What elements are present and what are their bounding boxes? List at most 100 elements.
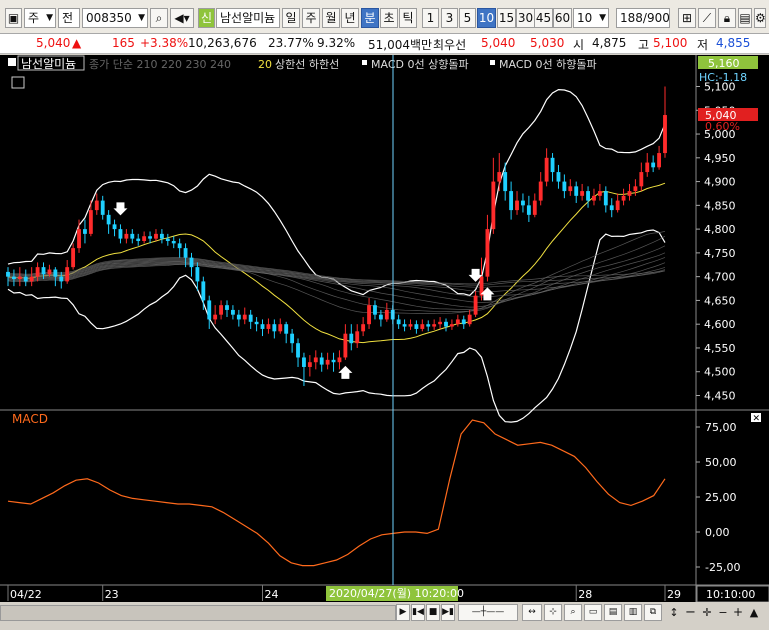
chart-svg[interactable]: 남선알미늄 종가 단순 210 220 230 240 20 상한선 하한선 M… [0,55,769,603]
sound-icon[interactable]: ◀▾ [170,8,194,28]
crosshair-icon[interactable]: ⊹ [544,604,562,621]
candle-body [35,267,40,277]
price-tick-label: 4,550 [704,342,736,355]
time-label: 10:10:00 [706,588,755,601]
print-icon[interactable]: ▤ [604,604,622,621]
high-label: 고 [638,38,650,52]
candle-body [663,115,667,154]
stop-icon[interactable]: ■ [426,604,440,621]
candle-body [461,319,466,325]
zoom-out-icon[interactable]: − [684,604,696,621]
move-icon[interactable]: ✛ [699,604,715,621]
window-icon[interactable]: ▭ [584,604,602,621]
period-button[interactable]: 월 [322,8,340,28]
candle-body [592,195,596,201]
candle-body [384,309,389,320]
period-button[interactable]: 년 [341,8,359,28]
candle-body [515,200,519,211]
current-price: 5,040 [36,36,71,50]
macd-tick-label: -25,00 [705,561,740,574]
interval-button[interactable]: 15 [497,8,516,28]
candle-body [521,200,525,206]
candle-body [526,205,531,215]
interval-button[interactable]: 5 [459,8,476,28]
period-button[interactable]: 일 [282,8,300,28]
candle-body [467,314,472,325]
candle-body [236,314,241,320]
stock-name-field: 남선알미늄 [216,8,280,28]
copy-icon[interactable]: ⧉ [644,604,662,621]
current-pct-label: 0.60% [705,120,740,133]
magnifier-icon[interactable]: ⌕ [564,604,582,621]
period-button[interactable]: 틱 [399,8,417,28]
candle-body [29,276,34,282]
chart-type-icon[interactable]: ▣ [5,8,22,28]
scale-up-icon[interactable]: ▲ [747,604,761,621]
candle-body [53,269,58,277]
candle-body [532,200,537,215]
save-icon[interactable]: ▤ [738,8,752,28]
zoom-slider[interactable]: —┼—— [458,604,518,621]
candle-body [544,157,549,182]
scroll-right-button[interactable]: ▶ [396,604,410,621]
candle-body [17,276,22,280]
candle-body [23,276,28,282]
credit-badge: 신 [198,8,215,28]
macd-tick-label: 25,00 [705,491,737,504]
count-input[interactable]: 188/900 [616,8,670,28]
candle-body [296,343,300,358]
minus-icon[interactable]: − [716,604,730,621]
settings-icon[interactable]: ⚙︎ [754,8,766,28]
interval-button[interactable]: 10 [477,8,496,28]
scroll-icon[interactable]: ↔ [522,604,542,621]
candle-body [207,300,212,320]
best-bid: 5,030 [530,36,565,50]
candle-body [177,243,182,249]
horizontal-scrollbar[interactable] [0,605,396,621]
stock-code-input[interactable]: 008350 ▼ [82,8,148,28]
period-button[interactable]: 초 [380,8,398,28]
lock-icon[interactable]: 🔒︎ [718,8,736,28]
market-select[interactable]: 주 ▼ [24,8,56,28]
candle-body [219,305,224,315]
interval-button[interactable]: 45 [534,8,553,28]
last-page-icon[interactable]: ▶▮ [441,604,455,621]
open-price: 4,875 [592,36,627,50]
candle-body [627,191,632,196]
candle-body [159,233,164,239]
line-tool-icon[interactable]: ⟋ [698,8,716,28]
candle-body [355,331,360,344]
candle-body [189,257,194,268]
period-button[interactable]: 분 [361,8,379,28]
candle-body [367,305,371,325]
chart-area[interactable]: 남선알미늄 종가 단순 210 220 230 240 20 상한선 하한선 M… [0,55,769,630]
search-icon[interactable]: ⌕ [150,8,168,28]
candle-body [645,162,650,173]
price-tick-label: 4,750 [704,247,736,260]
chevron-down-icon: ▼ [138,13,145,23]
candle-body [432,324,437,327]
volume-ratio: 23.77% [268,36,314,50]
type-select[interactable]: 전 [58,8,80,28]
interval-button[interactable]: 60 [553,8,572,28]
candle-body [503,172,508,192]
candle-body [497,172,502,182]
interval-button[interactable]: 30 [516,8,535,28]
layout-icon[interactable]: ▥ [624,604,642,621]
legend-ma: 종가 단순 210 220 230 240 [89,58,231,71]
interval-button[interactable]: 3 [441,8,458,28]
candle-body [538,181,543,201]
candle-body [408,324,413,327]
open-label: 시 [573,38,585,52]
candle-body [171,241,176,244]
period-button[interactable]: 주 [302,8,320,28]
candle-body [242,314,247,320]
expand-icon[interactable]: ↕ [666,604,682,621]
interval-select[interactable]: 10 ▼ [573,8,609,28]
interval-button[interactable]: 1 [422,8,439,28]
high-price-tag-text: 5,160 [708,57,740,70]
grid-icon[interactable]: ⊞ [678,8,696,28]
chart-title: 남선알미늄 [21,57,76,71]
plus-icon[interactable]: + [731,604,745,621]
first-page-icon[interactable]: ▮◀ [411,604,425,621]
